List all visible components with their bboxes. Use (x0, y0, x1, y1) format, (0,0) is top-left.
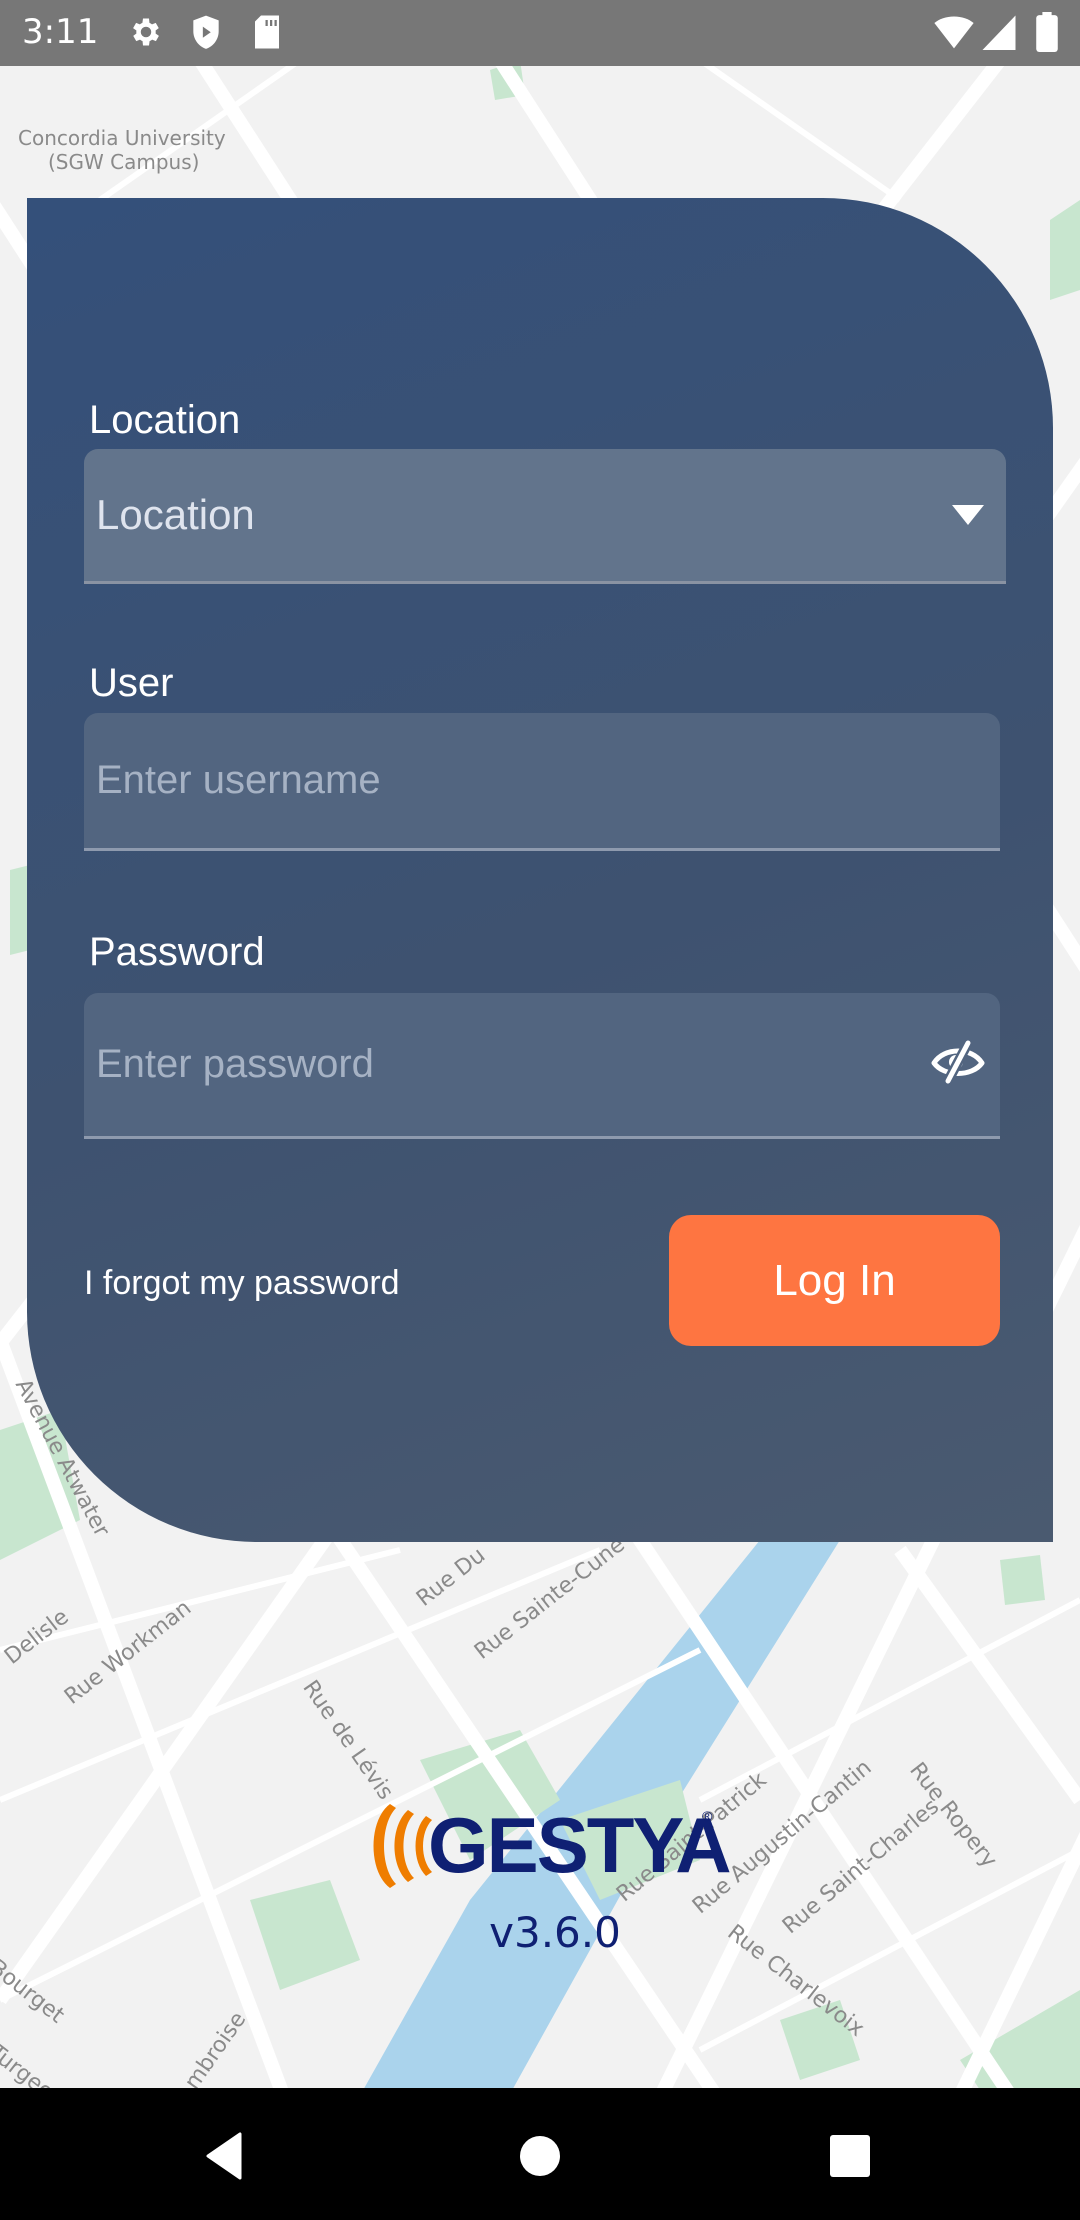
username-field (84, 713, 1000, 851)
back-button[interactable] (196, 2126, 256, 2186)
park (1050, 200, 1080, 300)
forgot-password-link[interactable]: I forgot my password (84, 1264, 400, 1303)
location-label: Location (89, 398, 241, 442)
home-icon (520, 2136, 560, 2176)
password-input[interactable] (84, 993, 1000, 1136)
app-version: v3.6.0 (489, 1908, 621, 1957)
park (1000, 1555, 1045, 1605)
registered-mark: ® (702, 1808, 713, 1824)
settings-icon (133, 18, 159, 46)
login-card: Location Location User Password I forgot… (27, 198, 1053, 1542)
sd-card-icon (255, 15, 279, 49)
map-label: (SGW Campus) (48, 150, 200, 174)
username-input[interactable] (84, 713, 1000, 848)
battery-icon (1036, 12, 1058, 52)
status-time: 3:11 (22, 12, 99, 52)
status-bar: 3:11 (0, 0, 1080, 66)
dropdown-arrow-icon (952, 505, 984, 525)
wifi-icon (934, 16, 974, 49)
location-select-value: Location (96, 491, 255, 538)
logo-wordmark: GESTYA (428, 1801, 732, 1889)
password-field (84, 993, 1000, 1139)
password-label: Password (89, 930, 265, 974)
gestya-logo: GESTYA ® (362, 1800, 732, 1892)
recents-icon (830, 2135, 870, 2177)
home-button[interactable] (510, 2126, 570, 2186)
navigation-bar (0, 2088, 1080, 2220)
recents-button[interactable] (820, 2126, 880, 2186)
shield-play-icon (193, 15, 219, 49)
user-label: User (89, 661, 174, 705)
cell-signal-icon (982, 15, 1016, 50)
back-icon (206, 2132, 242, 2180)
eye-off-icon[interactable] (930, 1037, 986, 1085)
login-button[interactable]: Log In (669, 1215, 1000, 1346)
location-select[interactable]: Location (84, 449, 1006, 584)
map-label: Concordia University (18, 126, 226, 150)
